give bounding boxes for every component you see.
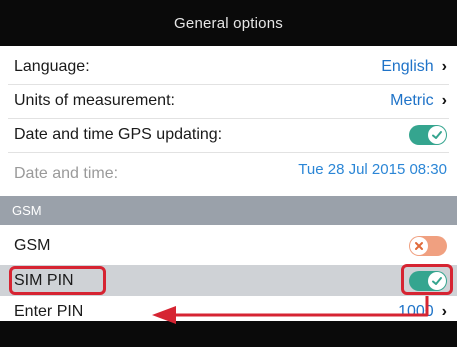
bottom-bar bbox=[0, 321, 457, 347]
gps-update-label: Date and time GPS updating: bbox=[14, 126, 223, 143]
enter-pin-row[interactable]: Enter PIN 1000 › bbox=[0, 299, 457, 321]
check-icon bbox=[428, 126, 446, 144]
chevron-right-icon: › bbox=[441, 58, 447, 75]
gps-update-toggle[interactable] bbox=[409, 125, 447, 145]
gsm-row: GSM bbox=[0, 230, 457, 262]
divider bbox=[8, 152, 449, 153]
language-label: Language: bbox=[14, 58, 90, 75]
language-value: English bbox=[381, 58, 434, 75]
sim-pin-toggle-highlight bbox=[401, 264, 453, 295]
enter-pin-label: Enter PIN bbox=[14, 303, 84, 320]
chevron-right-icon: › bbox=[441, 303, 447, 320]
title-bar: General options bbox=[0, 0, 457, 46]
datetime-label: Date and time: bbox=[14, 165, 119, 182]
enter-pin-value: 1000 bbox=[398, 303, 434, 320]
language-row[interactable]: Language: English › bbox=[0, 51, 457, 83]
gps-update-row: Date and time GPS updating: bbox=[0, 119, 457, 151]
section-title: GSM bbox=[12, 203, 42, 218]
gsm-label: GSM bbox=[14, 237, 51, 254]
datetime-row[interactable]: Date and time: Tue 28 Jul 2015 08:30 bbox=[0, 156, 457, 192]
units-label: Units of measurement: bbox=[14, 92, 175, 109]
datetime-value: Tue 28 Jul 2015 08:30 bbox=[298, 160, 447, 178]
page-title: General options bbox=[174, 14, 283, 32]
chevron-right-icon: › bbox=[441, 92, 447, 109]
gsm-toggle[interactable] bbox=[409, 236, 447, 256]
close-icon bbox=[410, 237, 428, 255]
units-value: Metric bbox=[390, 92, 434, 109]
section-header-gsm: GSM bbox=[0, 196, 457, 225]
sim-pin-label-highlight bbox=[9, 266, 106, 295]
units-row[interactable]: Units of measurement: Metric › bbox=[0, 85, 457, 117]
